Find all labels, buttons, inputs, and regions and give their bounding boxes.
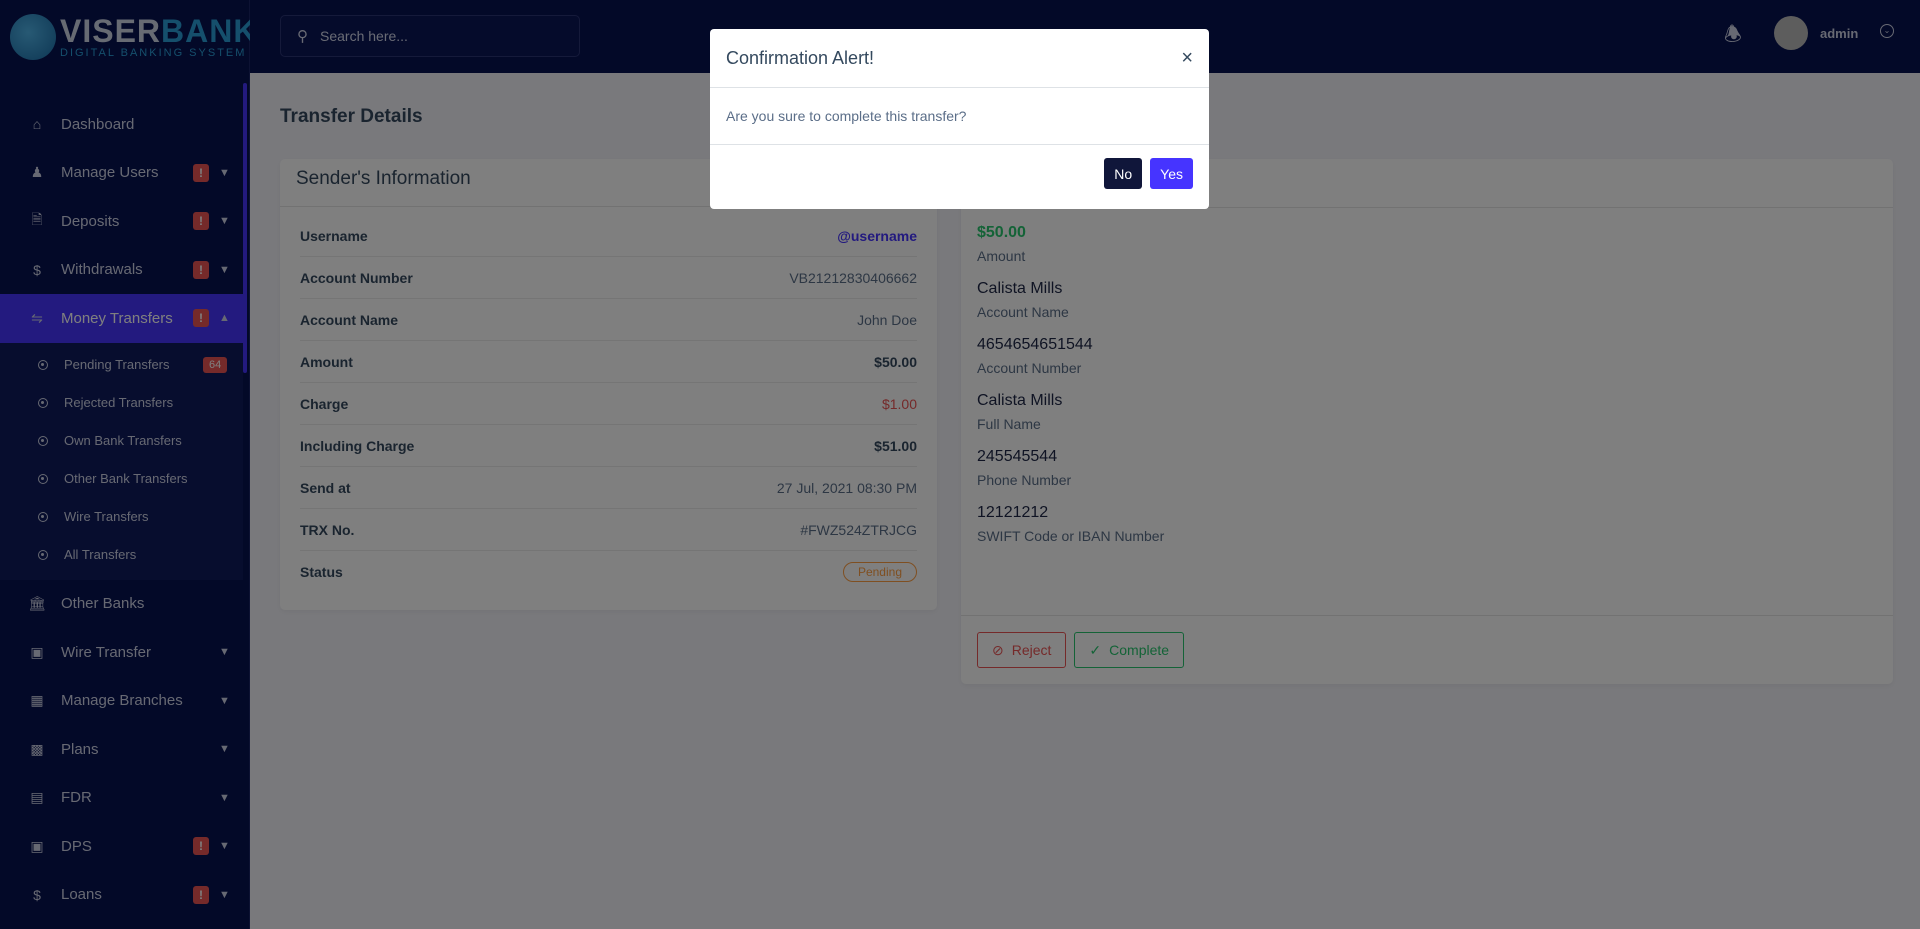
yes-button[interactable]: Yes: [1150, 158, 1193, 189]
confirmation-modal: Confirmation Alert! × Are you sure to co…: [710, 29, 1209, 209]
modal-message: Are you sure to complete this transfer?: [710, 88, 1209, 145]
close-icon[interactable]: ×: [1181, 47, 1193, 70]
modal-title: Confirmation Alert!: [726, 47, 875, 68]
no-button[interactable]: No: [1104, 158, 1143, 189]
